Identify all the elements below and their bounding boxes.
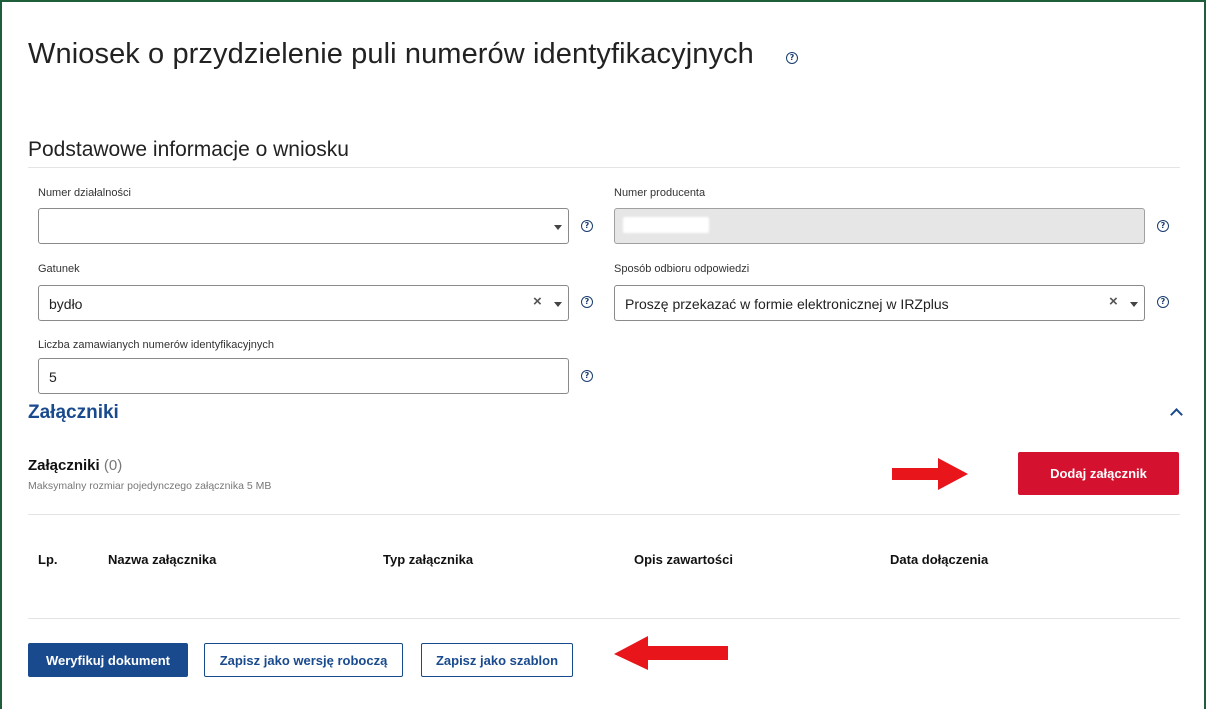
label-liczba-numerow: Liczba zamawianych numerów identyfikacyj… xyxy=(38,339,274,351)
add-attachment-button[interactable]: Dodaj załącznik xyxy=(1018,452,1179,495)
divider xyxy=(28,514,1180,515)
column-header-opis: Opis zawartości xyxy=(634,552,733,567)
help-icon[interactable]: ? xyxy=(786,52,798,64)
column-header-data: Data dołączenia xyxy=(890,552,989,567)
save-draft-button[interactable]: Zapisz jako wersję roboczą xyxy=(204,643,403,677)
label-numer-dzialalnosci: Numer działalności xyxy=(38,187,131,199)
attachments-list-title: Załączniki (0) xyxy=(28,457,122,474)
attachments-list-title-text: Załączniki xyxy=(28,457,100,474)
help-icon[interactable]: ? xyxy=(1157,296,1169,308)
column-header-nazwa: Nazwa załącznika xyxy=(108,552,217,567)
attachments-count: (0) xyxy=(103,457,123,474)
window-frame xyxy=(0,0,1206,709)
clear-icon[interactable]: × xyxy=(533,293,542,310)
sposob-odbioru-select[interactable]: Proszę przekazać w formie elektronicznej… xyxy=(614,285,1145,321)
chevron-down-icon[interactable] xyxy=(1130,302,1138,307)
chevron-down-icon[interactable] xyxy=(554,225,562,230)
column-header-typ: Typ załącznika xyxy=(383,552,474,567)
numer-producenta-field xyxy=(614,208,1145,244)
label-sposob-odbioru: Sposób odbioru odpowiedzi xyxy=(614,263,750,275)
gatunek-value: bydło xyxy=(49,296,83,312)
verify-document-button[interactable]: Weryfikuj dokument xyxy=(28,643,188,677)
section-title: Podstawowe informacje o wniosku xyxy=(28,138,349,161)
clear-icon[interactable]: × xyxy=(1109,293,1118,310)
page-title: Wniosek o przydzielenie puli numerów ide… xyxy=(28,38,754,70)
liczba-numerow-value: 5 xyxy=(49,369,57,385)
help-icon[interactable]: ? xyxy=(581,220,593,232)
divider xyxy=(28,167,1180,168)
help-icon[interactable]: ? xyxy=(581,296,593,308)
attachments-max-size-note: Maksymalny rozmiar pojedynczego załączni… xyxy=(28,480,272,492)
label-numer-producenta: Numer producenta xyxy=(614,187,706,199)
help-icon[interactable]: ? xyxy=(581,370,593,382)
sposob-odbioru-value: Proszę przekazać w formie elektronicznej… xyxy=(625,296,949,312)
save-template-button[interactable]: Zapisz jako szablon xyxy=(421,643,573,677)
gatunek-select[interactable]: bydło × xyxy=(38,285,569,321)
label-gatunek: Gatunek xyxy=(38,263,80,275)
column-header-lp: Lp. xyxy=(38,552,58,567)
liczba-numerow-input[interactable]: 5 xyxy=(38,358,569,394)
chevron-down-icon[interactable] xyxy=(554,302,562,307)
arrow-left-icon xyxy=(614,636,728,670)
attachments-heading: Załączniki xyxy=(28,402,119,423)
arrow-right-icon xyxy=(892,458,968,490)
divider xyxy=(28,618,1180,619)
redacted-value xyxy=(623,217,709,233)
numer-dzialalnosci-select[interactable] xyxy=(38,208,569,244)
help-icon[interactable]: ? xyxy=(1157,220,1169,232)
